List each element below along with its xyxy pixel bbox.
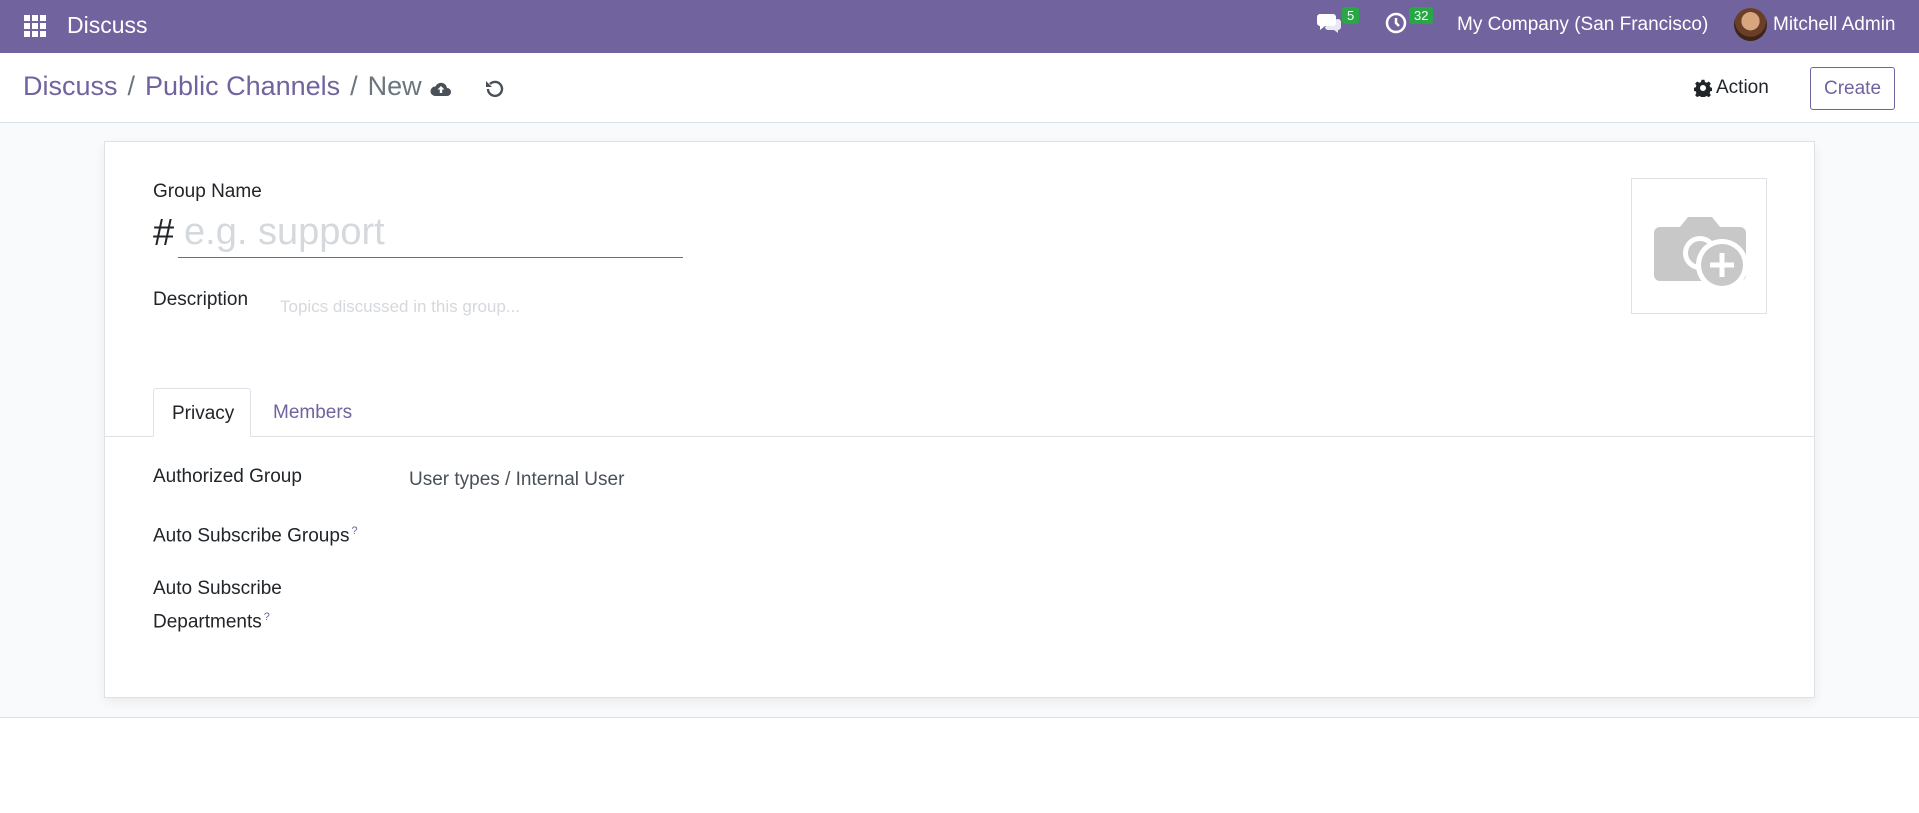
help-tooltip-marker[interactable]: ? <box>351 525 357 537</box>
gear-icon <box>1694 79 1712 97</box>
auto-subscribe-groups-label: Auto Subscribe Groups? <box>153 525 358 547</box>
description-input[interactable] <box>280 292 880 322</box>
authorized-group-label: Authorized Group <box>153 466 302 487</box>
channel-hash: # <box>153 212 175 254</box>
action-button[interactable]: Action <box>1694 77 1769 99</box>
messages-badge: 5 <box>1342 7 1360 24</box>
breadcrumb-current: New <box>367 71 422 101</box>
breadcrumb: Discuss / Public Channels / New <box>23 71 422 102</box>
activities-button[interactable]: 32 <box>1384 7 1434 35</box>
auto-subscribe-groups-field[interactable] <box>409 525 909 553</box>
auto-subscribe-departments-field[interactable] <box>409 582 909 610</box>
breadcrumb-separator: / <box>350 71 358 101</box>
description-label: Description <box>153 289 249 310</box>
top-navbar: Discuss 5 32 My Company (San Francisco) … <box>0 0 1919 53</box>
control-panel: Discuss / Public Channels / New Action C… <box>0 53 1919 123</box>
auto-subscribe-departments-label: Auto Subscribe Departments? <box>153 574 282 636</box>
chat-icon <box>1317 14 1341 33</box>
authorized-group-field[interactable]: User types / Internal User <box>409 469 624 491</box>
messages-button[interactable]: 5 <box>1316 7 1360 35</box>
auto-subscribe-departments-line1: Auto Subscribe <box>153 578 282 599</box>
breadcrumb-separator: / <box>127 71 136 101</box>
apps-menu-icon[interactable] <box>24 15 46 37</box>
activities-badge: 32 <box>1409 7 1434 24</box>
clock-icon <box>1385 12 1407 34</box>
channel-image-upload[interactable] <box>1631 178 1767 314</box>
tab-members[interactable]: Members <box>255 388 370 437</box>
notebook-tabs: Privacy Members <box>105 388 1814 437</box>
avatar <box>1734 8 1767 41</box>
breadcrumb-public-channels[interactable]: Public Channels <box>145 71 340 102</box>
discard-undo-icon[interactable] <box>483 77 507 101</box>
camera-plus-icon <box>1654 217 1748 291</box>
tab-privacy[interactable]: Privacy <box>153 388 251 437</box>
help-tooltip-marker[interactable]: ? <box>264 611 270 623</box>
save-cloud-icon[interactable] <box>429 77 453 101</box>
user-name: Mitchell Admin <box>1773 13 1896 35</box>
company-switcher[interactable]: My Company (San Francisco) <box>1457 14 1708 36</box>
auto-subscribe-departments-line2: Departments <box>153 611 262 633</box>
auto-subscribe-groups-text: Auto Subscribe Groups <box>153 525 350 547</box>
group-name-input[interactable] <box>178 208 683 258</box>
user-menu[interactable]: Mitchell Admin <box>1734 8 1896 41</box>
form-sheet: Group Name # Description Privacy Members… <box>104 141 1815 698</box>
action-label: Action <box>1716 77 1769 98</box>
app-name[interactable]: Discuss <box>67 12 148 39</box>
breadcrumb-discuss[interactable]: Discuss <box>23 71 118 102</box>
create-button[interactable]: Create <box>1810 67 1895 110</box>
form-view: Group Name # Description Privacy Members… <box>0 123 1919 718</box>
group-name-label: Group Name <box>153 181 262 202</box>
